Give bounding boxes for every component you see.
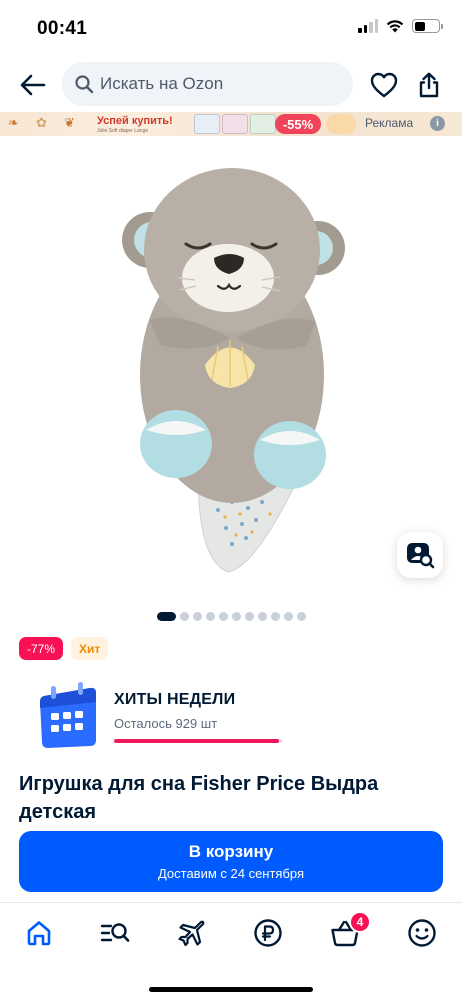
hit-badge: Хит xyxy=(71,637,109,660)
share-button[interactable] xyxy=(412,68,446,102)
search-input[interactable] xyxy=(100,74,330,94)
cellular-signal-icon xyxy=(358,19,378,33)
calendar-icon xyxy=(40,682,96,748)
product-image[interactable] xyxy=(0,140,462,610)
home-indicator xyxy=(149,987,313,992)
leaf-decoration-icon: ❧ xyxy=(8,115,19,130)
search-bar[interactable] xyxy=(62,62,353,106)
diaper-pack-image xyxy=(222,114,248,134)
carousel-dot[interactable] xyxy=(205,612,215,621)
search-icon xyxy=(75,75,94,94)
battery-icon xyxy=(412,19,443,33)
nav-cart[interactable]: 4 xyxy=(325,911,371,951)
nav-profile[interactable] xyxy=(402,915,442,951)
catalog-search-icon xyxy=(100,923,130,942)
carousel-dot[interactable] xyxy=(231,612,241,621)
visual-search-icon xyxy=(407,543,435,569)
battery-level xyxy=(414,21,425,31)
favorite-button[interactable] xyxy=(367,68,401,102)
ad-subline: Jolie Soft diaper Lange xyxy=(97,128,149,134)
ad-label: Реклама xyxy=(365,116,414,130)
heart-icon xyxy=(370,72,398,98)
info-icon[interactable]: i xyxy=(430,116,445,131)
carousel-dot[interactable] xyxy=(257,612,267,621)
product-title: Игрушка для сна Fisher Price Выдра детск… xyxy=(19,773,379,823)
status-bar: 00:41 xyxy=(0,0,462,58)
diaper-pack-image xyxy=(250,114,276,134)
cart-count-badge: 4 xyxy=(349,911,371,933)
stock-progress-fill xyxy=(114,739,279,743)
nav-home[interactable] xyxy=(19,915,59,951)
ad-banner[interactable]: ❧ ✿ ❦ Успей купить! Jolie Soft diaper La… xyxy=(0,112,462,136)
wifi-icon xyxy=(386,20,404,33)
hits-remaining-count: Осталось 929 шт xyxy=(114,716,218,731)
ad-mascot-image xyxy=(326,114,356,134)
carousel-dot[interactable] xyxy=(218,612,228,621)
ruble-icon xyxy=(254,919,282,947)
airplane-icon xyxy=(178,920,205,947)
carousel-dot[interactable] xyxy=(296,612,306,621)
nav-catalog[interactable] xyxy=(95,915,135,951)
carousel-dot[interactable] xyxy=(244,612,254,621)
stock-progress-bar xyxy=(114,739,282,743)
bottom-navigation: 4 xyxy=(0,902,462,1000)
diaper-pack-image xyxy=(194,114,220,134)
status-time: 00:41 xyxy=(37,18,88,39)
nav-travel[interactable] xyxy=(172,915,212,951)
hits-of-week-promo[interactable]: ХИТЫ НЕДЕЛИ Осталось 929 шт xyxy=(38,682,448,754)
back-button[interactable] xyxy=(16,68,50,102)
leaf-decoration-icon: ✿ xyxy=(36,115,47,130)
ad-headline: Успей купить! xyxy=(97,115,173,127)
nav-finance[interactable] xyxy=(248,915,288,951)
carousel-dot[interactable] xyxy=(179,612,189,621)
visual-search-button[interactable] xyxy=(397,532,443,578)
share-icon xyxy=(419,72,439,98)
carousel-dot[interactable] xyxy=(270,612,280,621)
hits-title: ХИТЫ НЕДЕЛИ xyxy=(114,691,236,708)
product-badges: -77% Хит xyxy=(19,637,109,660)
discount-badge: -77% xyxy=(19,637,64,660)
add-to-cart-button[interactable]: В корзину Доставим с 24 сентября xyxy=(19,831,443,892)
leaf-decoration-icon: ❦ xyxy=(64,115,75,130)
add-to-cart-label: В корзину xyxy=(188,842,274,861)
carousel-dot[interactable] xyxy=(192,612,202,621)
carousel-dot[interactable] xyxy=(283,612,293,621)
top-header xyxy=(0,62,462,108)
delivery-date-text: Доставим с 24 сентября xyxy=(157,866,305,881)
smiley-icon xyxy=(408,919,436,947)
status-icons xyxy=(358,19,443,33)
carousel-dot-active[interactable] xyxy=(156,612,176,621)
arrow-left-icon xyxy=(20,74,46,96)
home-icon xyxy=(27,921,51,946)
carousel-dots xyxy=(0,612,462,621)
ad-discount-badge: -55% xyxy=(275,114,321,134)
otter-toy-illustration xyxy=(122,168,345,573)
